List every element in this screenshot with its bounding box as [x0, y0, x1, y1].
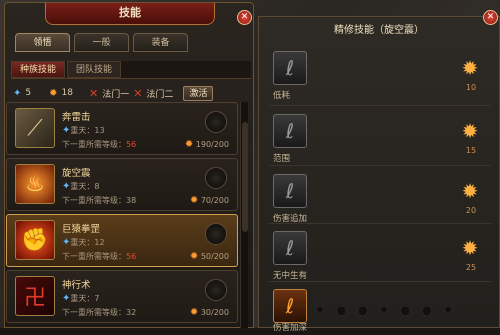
refine-label: 低耗: [273, 91, 291, 101]
spear-icon: ⟋: [15, 108, 55, 148]
blue-points: 5: [25, 88, 32, 98]
path-one[interactable]: 法门一: [102, 87, 129, 100]
skill-requirement: 下一重所需等级：56: [62, 252, 137, 261]
subtab-bar: 种族技能 团队技能: [11, 61, 251, 79]
refine-row[interactable]: ℓ 低耗 ✹ 10: [273, 47, 493, 101]
points-row: ✦ 5 ✹ 18 ✕ 法门一 ✕ 法门二 激活: [13, 85, 251, 101]
scrollbar[interactable]: [240, 102, 248, 328]
skill-progress: ✹ 70/200: [189, 195, 229, 206]
empty-star-icon: ✹: [443, 303, 454, 317]
skill-requirement: 下一重所需等级：38: [62, 196, 137, 205]
skill-progress: ✹ 190/200: [184, 139, 229, 150]
skill-list: ⟋ 奔雷击 ✦重天：13 下一重所需等级：56 ✹ 190/200 ♨ 旋空震 …: [6, 102, 238, 328]
fist-icon: ✊: [15, 220, 55, 260]
orange-points: 18: [61, 88, 73, 98]
subtab-race-skills[interactable]: 种族技能: [11, 61, 66, 78]
refine-slot-icon[interactable]: ℓ: [273, 289, 307, 323]
skill-level: ✦重天：7: [62, 293, 100, 304]
refine-slot-icon[interactable]: ℓ: [273, 51, 307, 85]
empty-star-icon: ✹: [315, 303, 326, 317]
scroll-thumb[interactable]: [242, 122, 248, 232]
skill-requirement: 下一重所需等级：56: [62, 140, 137, 149]
refine-label: 无中生有: [273, 271, 308, 281]
close-icon[interactable]: ✕: [237, 10, 252, 25]
skill-level: ✦重天：8: [62, 181, 100, 192]
rune-icon: 卍: [15, 276, 55, 316]
refine-row[interactable]: ℓ 无中生有 ✹ 25: [273, 227, 493, 281]
subtab-team-skills[interactable]: 团队技能: [67, 61, 122, 78]
crossed-swords-icon: ✕: [133, 86, 143, 100]
skill-card[interactable]: ⟋ 奔雷击 ✦重天：13 下一重所需等级：56 ✹ 190/200: [6, 102, 238, 155]
empty-star-icon: ●: [400, 303, 411, 317]
divider: [269, 105, 491, 106]
upgrade-orb[interactable]: [205, 279, 227, 301]
divider: [269, 165, 491, 166]
skill-name: 巨猿拳罡: [62, 224, 101, 235]
tab-bar: 领悟 一般 装备: [15, 33, 188, 52]
skill-card-selected[interactable]: ✊ 巨猿拳罡 ✦重天：12 下一重所需等级：56 ✹ 50/200: [6, 214, 238, 267]
crossed-swords-icon: ✕: [88, 86, 99, 100]
activate-button[interactable]: 激活: [183, 85, 214, 101]
gold-star-icon: ✹: [461, 179, 479, 203]
path-two[interactable]: 法门二: [146, 87, 173, 100]
refine-slot-icon[interactable]: ℓ: [273, 174, 307, 208]
empty-star-icon: ✹: [379, 303, 390, 317]
empty-star-icon: ●: [357, 303, 369, 317]
flame-icon: ♨: [15, 164, 55, 204]
orange-gem-icon: ✹: [49, 87, 58, 99]
refine-slot-icon[interactable]: ℓ: [273, 114, 307, 148]
divider: [269, 223, 491, 224]
refine-row[interactable]: ℓ 伤害追加 ✹ 20: [273, 170, 493, 224]
skill-card[interactable]: ♨ 旋空震 ✦重天：8 下一重所需等级：38 ✹ 70/200: [6, 158, 238, 211]
refine-label: 伤害加深: [273, 323, 308, 333]
divider: [269, 281, 491, 282]
refine-value: 10: [465, 83, 477, 92]
refine-panel: 精修技能（旋空震） ℓ 低耗 ✹ 10 ℓ 范围 ✹ 15 ℓ 伤害追加 ✹ 2…: [258, 16, 500, 333]
empty-star-icon: ●: [336, 303, 347, 317]
panel-title: 技能: [45, 3, 215, 25]
skill-name: 奔雷击: [62, 112, 91, 123]
refine-star-track: ✹ ● ● ✹ ● ● ✹: [315, 303, 453, 317]
skill-name: 神行术: [62, 280, 91, 291]
empty-star-icon: ●: [421, 303, 433, 317]
tab-equip[interactable]: 装备: [133, 33, 188, 52]
refine-value: 20: [465, 206, 477, 215]
skill-requirement: 下一重所需等级：32: [62, 308, 137, 317]
skill-card[interactable]: 卍 神行术 ✦重天：7 下一重所需等级：32 ✹ 30/200: [6, 270, 238, 323]
gold-star-icon: ✹: [461, 56, 479, 80]
upgrade-orb[interactable]: [205, 167, 227, 189]
tab-general[interactable]: 一般: [74, 33, 129, 52]
refine-title: 精修技能（旋空震）: [334, 25, 424, 36]
refine-value: 25: [465, 263, 477, 272]
skill-name: 旋空震: [62, 168, 91, 179]
refine-slot-icon[interactable]: ℓ: [273, 231, 307, 265]
close-icon[interactable]: ✕: [483, 10, 498, 25]
gold-star-icon: ✹: [461, 119, 479, 143]
skill-progress: ✹ 30/200: [189, 307, 229, 318]
blue-gem-icon: ✦: [13, 87, 22, 99]
skill-level: ✦重天：12: [62, 237, 105, 248]
refine-label: 范围: [273, 154, 291, 164]
tab-comprehend[interactable]: 领悟: [15, 33, 70, 52]
upgrade-orb[interactable]: [205, 111, 227, 133]
gold-star-icon: ✹: [461, 236, 479, 260]
refine-row[interactable]: ℓ 范围 ✹ 15: [273, 110, 493, 164]
skill-level: ✦重天：13: [62, 125, 105, 136]
skill-progress: ✹ 50/200: [189, 251, 229, 262]
upgrade-orb[interactable]: [205, 223, 227, 245]
refine-value: 15: [465, 146, 477, 155]
